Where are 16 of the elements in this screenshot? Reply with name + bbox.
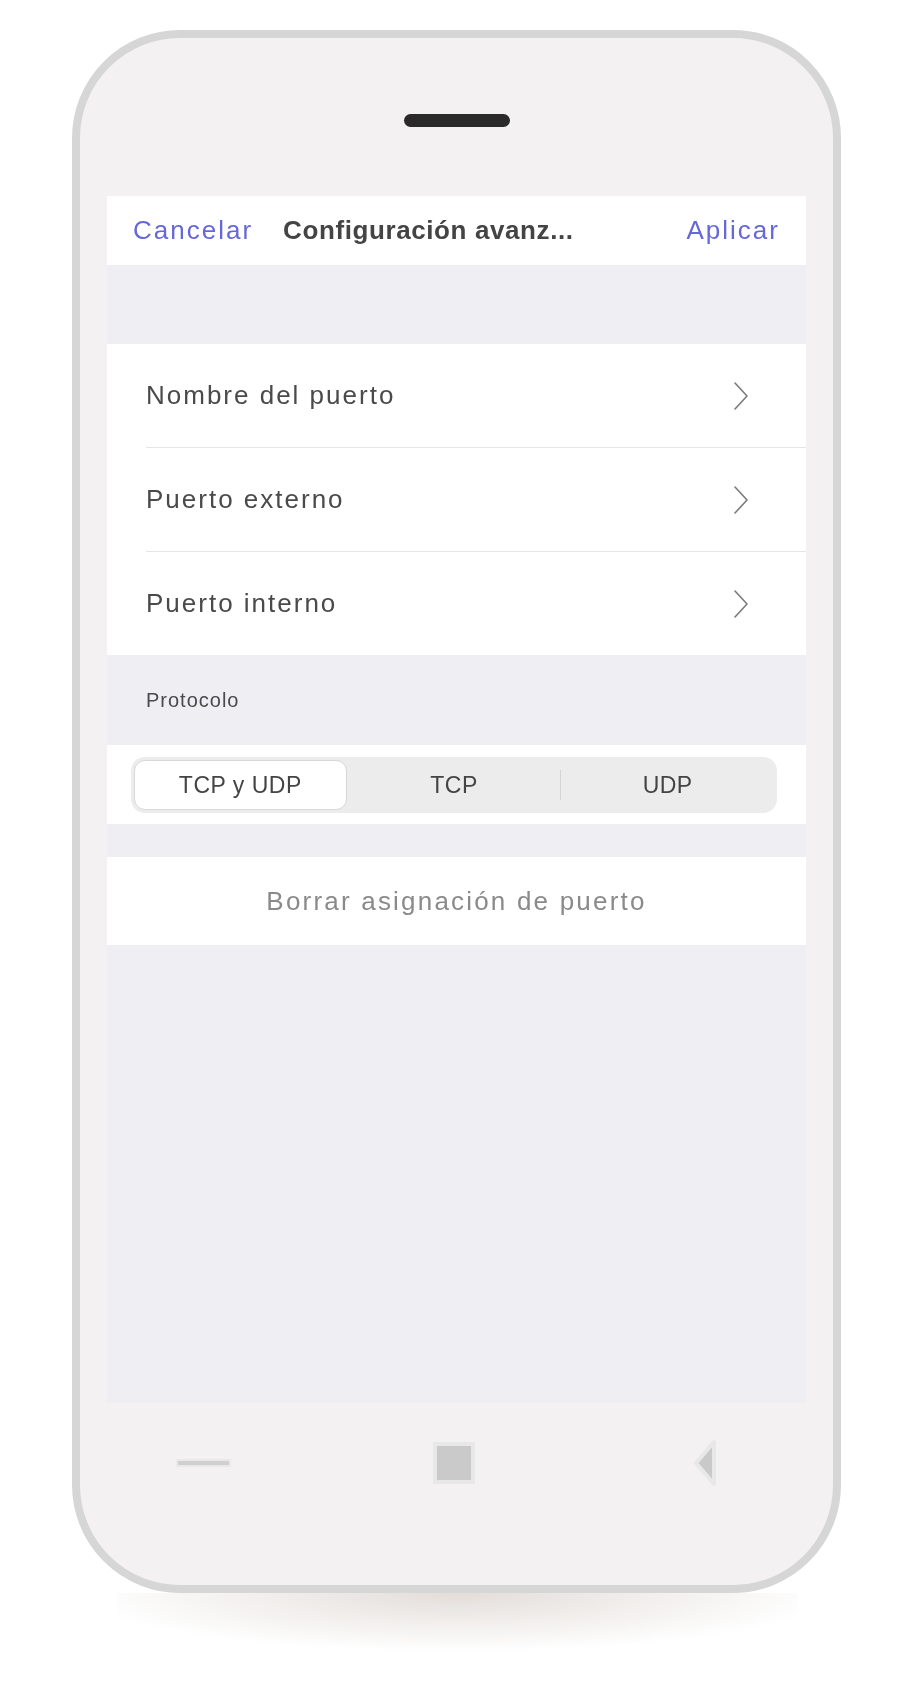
protocol-option[interactable]: TCP y UDP bbox=[134, 760, 347, 810]
cancel-button[interactable]: Cancelar bbox=[133, 215, 254, 246]
dash-icon[interactable] bbox=[176, 1458, 231, 1468]
screen-title: Configuración avanz... bbox=[283, 215, 575, 246]
protocol-option[interactable]: UDP bbox=[561, 760, 774, 810]
section-label: Protocolo bbox=[146, 688, 240, 712]
apply-button[interactable]: Aplicar bbox=[686, 215, 780, 246]
protocol-option[interactable]: TCP bbox=[347, 760, 561, 810]
settings-row[interactable]: Nombre del puerto bbox=[107, 344, 806, 447]
square-icon[interactable] bbox=[433, 1442, 475, 1484]
triangle-icon[interactable] bbox=[693, 1439, 717, 1487]
chevron-icon bbox=[733, 380, 749, 411]
settings-row[interactable]: Puerto externo bbox=[107, 448, 806, 551]
chevron-icon bbox=[733, 588, 749, 619]
settings-row[interactable]: Puerto interno bbox=[107, 552, 806, 655]
chevron-icon bbox=[733, 484, 749, 515]
